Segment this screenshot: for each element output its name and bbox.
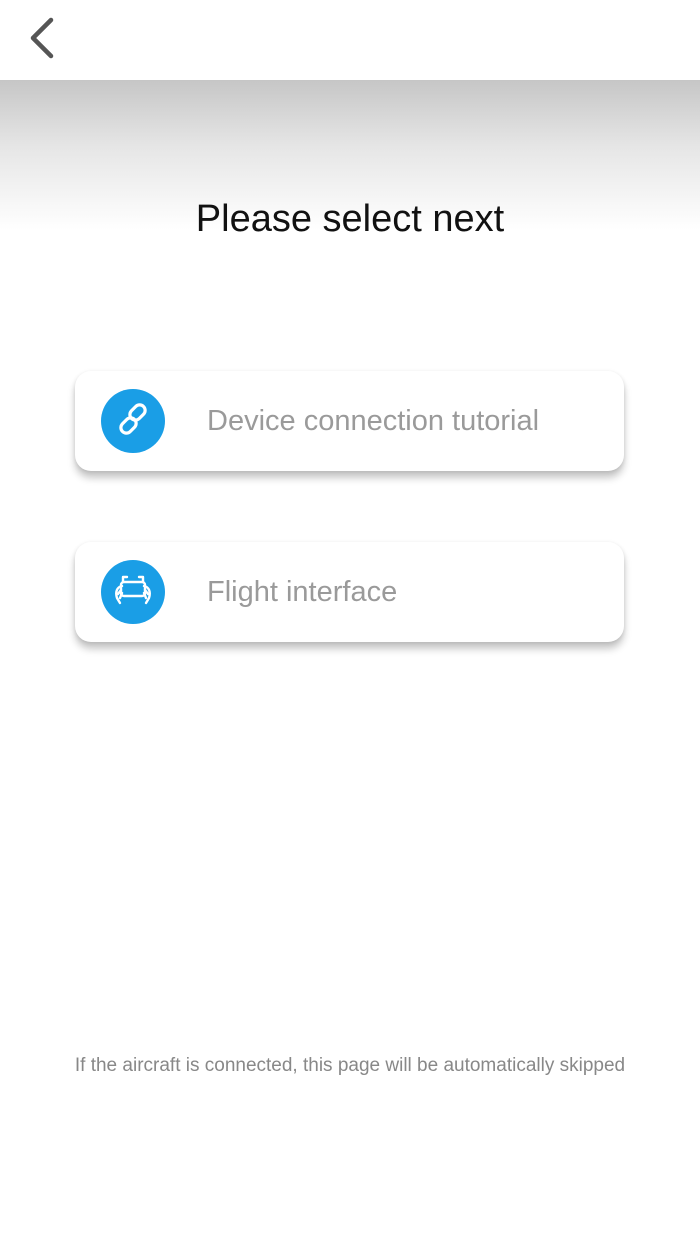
page-title: Please select next bbox=[195, 198, 505, 240]
footer-note: If the aircraft is connected, this page … bbox=[74, 1055, 626, 1076]
option-label: Flight interface bbox=[207, 575, 398, 608]
device-connection-tutorial-button[interactable]: Device connection tutorial bbox=[75, 371, 624, 471]
link-icon-badge bbox=[101, 389, 165, 453]
remote-controller-icon bbox=[111, 570, 155, 615]
remote-controller-icon-badge bbox=[101, 560, 165, 624]
link-icon bbox=[113, 399, 153, 444]
back-button[interactable] bbox=[16, 12, 68, 68]
chevron-left-icon bbox=[27, 16, 57, 65]
screen: Please select next Device connection tut… bbox=[0, 0, 700, 1244]
option-label: Device connection tutorial bbox=[207, 404, 540, 437]
nav-bar bbox=[0, 0, 700, 80]
flight-interface-button[interactable]: Flight interface bbox=[75, 542, 624, 642]
